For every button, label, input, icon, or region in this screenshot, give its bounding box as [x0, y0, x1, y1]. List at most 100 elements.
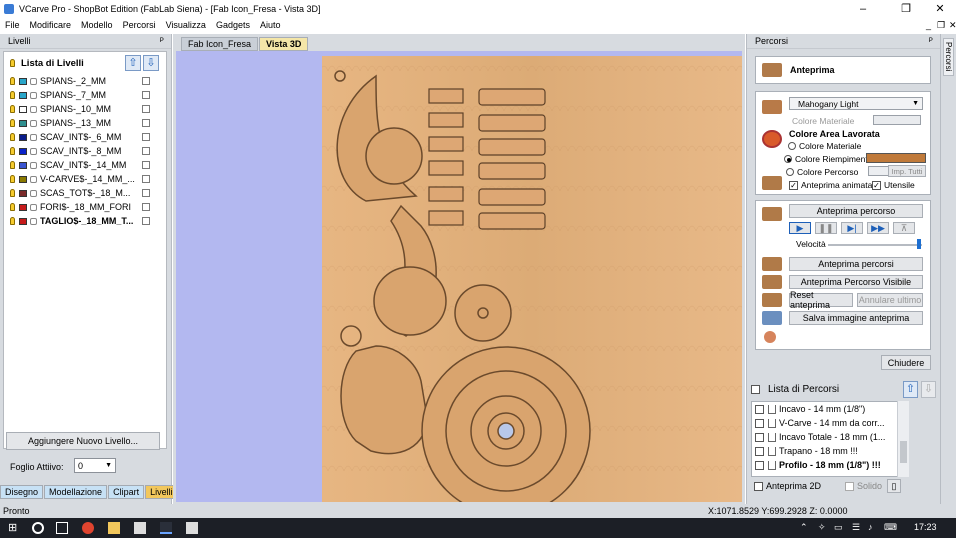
- toolpath-move-down-icon[interactable]: ⇩: [921, 380, 936, 398]
- tools-checkbox[interactable]: ✓ Utensile: [872, 180, 915, 190]
- toolpath-row[interactable]: Incavo - 14 mm (1/8"): [752, 402, 908, 416]
- move-up-icon[interactable]: ⇧: [125, 55, 141, 71]
- layer-color-swatch[interactable]: [19, 119, 27, 127]
- clock[interactable]: 17:23: [914, 522, 937, 532]
- layer-row[interactable]: SPIANS-_10_MM: [4, 102, 166, 116]
- toolpath-row[interactable]: Incavo Totale - 18 mm (1...: [752, 430, 908, 444]
- play-icon[interactable]: ▶: [789, 222, 811, 234]
- fast-forward-icon[interactable]: ▶▶: [867, 222, 889, 234]
- layer-color-swatch[interactable]: [19, 147, 27, 155]
- stop-icon[interactable]: ⊼: [893, 222, 915, 234]
- menu-aiuto[interactable]: Aiuto: [255, 20, 286, 30]
- layer-row[interactable]: SPIANS-_13_MM: [4, 116, 166, 130]
- solid-options-icon[interactable]: ▯: [887, 479, 901, 493]
- layer-row[interactable]: SCAV_INT$-_6_MM: [4, 130, 166, 144]
- visibility-bulb-icon[interactable]: [10, 119, 15, 127]
- visibility-bulb-icon[interactable]: [10, 77, 15, 85]
- network-icon[interactable]: ✧: [818, 522, 830, 534]
- visibility-bulb-icon[interactable]: [10, 91, 15, 99]
- layer-row[interactable]: SPIANS-_2_MM: [4, 74, 166, 88]
- solid-checkbox[interactable]: Solido: [845, 481, 882, 491]
- windows-start-icon[interactable]: ⊞: [8, 522, 20, 534]
- layer-row[interactable]: SPIANS-_7_MM: [4, 88, 166, 102]
- mdi-close-icon[interactable]: ✕: [944, 20, 956, 31]
- toolpath-checkbox[interactable]: [755, 418, 764, 428]
- toolpath-checkbox[interactable]: [755, 404, 764, 414]
- layer-color-swatch[interactable]: [19, 77, 27, 85]
- toolpath-checkbox[interactable]: [755, 460, 764, 470]
- layer-color-swatch[interactable]: [19, 217, 27, 225]
- visibility-bulb-icon[interactable]: [10, 133, 15, 141]
- menu-percorsi[interactable]: Percorsi: [118, 20, 161, 30]
- close-button[interactable]: Chiudere: [881, 355, 931, 370]
- layer-color-swatch[interactable]: [19, 161, 27, 169]
- pin-icon[interactable]: ᴾ: [929, 36, 933, 46]
- tab-modellazione[interactable]: Modellazione: [44, 485, 108, 499]
- animated-checkbox[interactable]: ✓ Anteprima animata: [789, 180, 872, 190]
- imp-tutti-button[interactable]: Imp. Tutti: [888, 165, 926, 177]
- undo-last-button[interactable]: Annulare ultimo: [857, 293, 923, 307]
- add-layer-button[interactable]: Aggiungere Nuovo Livello...: [6, 432, 160, 450]
- material-color-picker[interactable]: [873, 115, 921, 125]
- toolpath-row[interactable]: V-Carve - 14 mm da corr...: [752, 416, 908, 430]
- lock-icon[interactable]: [30, 175, 37, 183]
- step-icon[interactable]: ▶|: [841, 222, 863, 234]
- visibility-bulb-icon[interactable]: [10, 147, 15, 155]
- layer-row[interactable]: SCAS_TOT$-_18_M...: [4, 186, 166, 200]
- toolpath-checkbox[interactable]: [755, 432, 764, 442]
- lock-icon[interactable]: [30, 203, 37, 211]
- menu-modello[interactable]: Modello: [76, 20, 118, 30]
- tray-chevron-up-icon[interactable]: ⌃: [800, 522, 812, 534]
- toolpath-scrollbar[interactable]: [897, 401, 909, 477]
- maximize-button[interactable]: ❐: [891, 0, 921, 17]
- layer-row[interactable]: SCAV_INT$-_8_MM: [4, 144, 166, 158]
- toolpath-row[interactable]: Trapano - 18 mm !!!: [752, 444, 908, 458]
- preview-visible-button[interactable]: Anteprima Percorso Visibile: [789, 275, 923, 289]
- radio-toolpath[interactable]: Colore Percorso: [786, 167, 858, 177]
- preview-2d-checkbox[interactable]: Anteprima 2D: [754, 481, 821, 491]
- side-tab-percorsi[interactable]: Percorsi: [943, 38, 954, 76]
- battery-icon[interactable]: ▭: [834, 522, 846, 534]
- preview-toolpath-button[interactable]: Anteprima percorso: [789, 204, 923, 218]
- layer-row[interactable]: SCAV_INT$-_14_MM: [4, 158, 166, 172]
- layer-checkbox[interactable]: [142, 119, 150, 127]
- chrome-icon[interactable]: [82, 522, 94, 534]
- layer-color-swatch[interactable]: [19, 203, 27, 211]
- layer-color-swatch[interactable]: [19, 189, 27, 197]
- keyboard-icon[interactable]: ⌨: [884, 522, 897, 534]
- lock-icon[interactable]: [30, 217, 37, 225]
- move-down-icon[interactable]: ⇩: [143, 55, 159, 71]
- radio-fill[interactable]: Colore Riempimento: [784, 154, 872, 164]
- layer-color-swatch[interactable]: [19, 105, 27, 113]
- lock-icon[interactable]: [30, 133, 37, 141]
- pause-icon[interactable]: ❚❚: [815, 222, 837, 234]
- layer-checkbox[interactable]: [142, 217, 150, 225]
- radio-material[interactable]: Colore Materiale: [788, 141, 861, 151]
- toolpath-row[interactable]: Profilo - 18 mm (1/8") !!!: [752, 458, 908, 472]
- lock-icon[interactable]: [30, 119, 37, 127]
- tab-clipart[interactable]: Clipart: [108, 485, 145, 499]
- visibility-bulb-icon[interactable]: [10, 217, 15, 225]
- vcarve-taskbar-icon[interactable]: [160, 522, 172, 534]
- app-taskbar-icon[interactable]: [186, 522, 198, 534]
- lock-icon[interactable]: [30, 147, 37, 155]
- toolpath-scrollbar-thumb[interactable]: [900, 441, 907, 463]
- tab-disegno[interactable]: Disegno: [0, 485, 44, 499]
- lock-icon[interactable]: [30, 105, 37, 113]
- lock-icon[interactable]: [30, 77, 37, 85]
- side-dock-strip[interactable]: Percorsi: [940, 34, 956, 504]
- reset-preview-button[interactable]: Reset anteprima: [789, 290, 853, 310]
- visibility-bulb-icon[interactable]: [10, 161, 15, 169]
- layer-row[interactable]: V-CARVE$-_14_MM_...: [4, 172, 166, 186]
- toolpath-move-up-icon[interactable]: ⇧: [903, 380, 918, 398]
- wifi-icon[interactable]: ☰: [852, 522, 864, 534]
- minimize-button[interactable]: –: [848, 0, 878, 17]
- task-view-icon[interactable]: [56, 522, 68, 534]
- lock-icon[interactable]: [30, 161, 37, 169]
- 3d-viewport[interactable]: [176, 51, 742, 502]
- layer-color-swatch[interactable]: [19, 91, 27, 99]
- layer-checkbox[interactable]: [142, 203, 150, 211]
- layer-checkbox[interactable]: [142, 161, 150, 169]
- active-sheet-select[interactable]: 0 ▼: [74, 458, 116, 473]
- speed-slider-thumb[interactable]: [917, 239, 921, 249]
